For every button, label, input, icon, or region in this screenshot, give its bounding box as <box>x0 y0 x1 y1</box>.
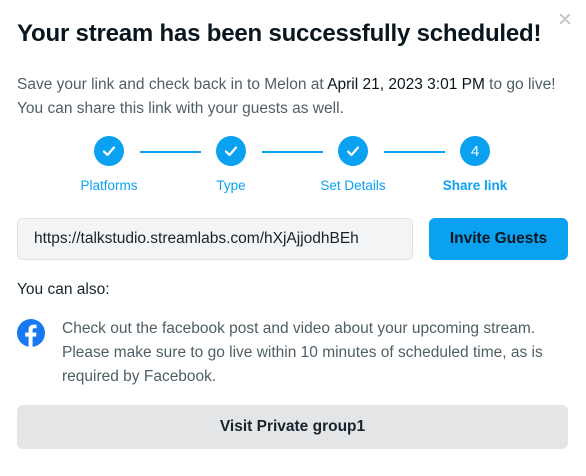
step-platforms[interactable]: Platforms <box>49 136 169 193</box>
also-label: You can also: <box>17 281 110 298</box>
step-number: 4 <box>460 136 490 166</box>
visit-group-button[interactable]: Visit Private group1 <box>17 405 568 449</box>
dialog-description: Save your link and check back in to Melo… <box>17 73 557 121</box>
share-link-row: https://talkstudio.streamlabs.com/hXjAjj… <box>17 218 568 260</box>
stepper: Platforms Type Set Details 4 Share link <box>0 136 586 196</box>
step-label: Platforms <box>80 178 138 193</box>
facebook-notice-text: Check out the facebook post and video ab… <box>62 320 543 385</box>
step-set-details[interactable]: Set Details <box>293 136 413 193</box>
check-icon <box>338 136 368 166</box>
share-link-field[interactable]: https://talkstudio.streamlabs.com/hXjAjj… <box>17 218 413 260</box>
description-prefix: Save your link and check back in to Melo… <box>17 76 328 93</box>
step-share-link[interactable]: 4 Share link <box>415 136 535 193</box>
facebook-icon <box>17 319 45 347</box>
step-label: Type <box>216 178 246 193</box>
dialog-title: Your stream has been successfully schedu… <box>17 20 542 47</box>
check-icon <box>216 136 246 166</box>
check-icon <box>94 136 124 166</box>
scheduled-date: April 21, 2023 3:01 PM <box>327 76 485 93</box>
step-label: Share link <box>442 178 508 193</box>
step-label: Set Details <box>320 178 386 193</box>
close-icon[interactable] <box>558 12 572 26</box>
step-type[interactable]: Type <box>171 136 291 193</box>
invite-guests-button[interactable]: Invite Guests <box>429 218 568 260</box>
